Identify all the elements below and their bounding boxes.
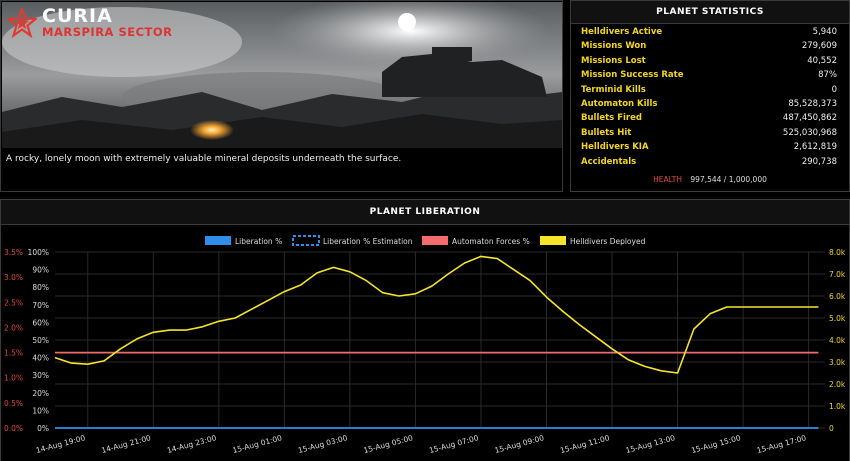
left-axis-tick: 2.0%: [4, 323, 23, 332]
mid-axis-tick: 40%: [32, 354, 49, 363]
mid-axis-tick: 30%: [32, 371, 49, 380]
mid-axis-tick: 80%: [32, 283, 49, 292]
x-tick-label: 15-Aug 11:00: [559, 433, 611, 455]
legend-label: Liberation % Estimation: [323, 237, 413, 246]
left-axis-tick: 0.5%: [4, 399, 23, 408]
x-tick-label: 15-Aug 05:00: [363, 433, 415, 455]
right-axis-tick: 1.0k: [829, 402, 846, 411]
x-tick-label: 15-Aug 17:00: [756, 433, 808, 455]
mid-axis-tick: 90%: [32, 266, 49, 275]
mid-axis-tick: 0%: [37, 424, 49, 433]
right-axis-tick: 6.0k: [829, 292, 846, 301]
right-axis-tick: 7.0k: [829, 270, 846, 279]
legend-label: Liberation %: [235, 237, 282, 246]
x-tick-label: 14-Aug 19:00: [35, 433, 87, 455]
left-axis-tick: 2.5%: [4, 298, 23, 307]
mid-axis-tick: 70%: [32, 301, 49, 310]
x-tick-label: 15-Aug 15:00: [690, 433, 742, 455]
legend-swatch[interactable]: [422, 236, 448, 245]
liberation-chart: 14-Aug 19:00 14-Aug 21:00 14-Aug 23:00 15-A…: [4, 235, 846, 455]
x-tick-label: 14-Aug 21:00: [100, 433, 152, 455]
left-axis-tick: 3.5%: [4, 248, 23, 257]
legend-swatch[interactable]: [292, 235, 320, 246]
right-axis-tick: 8.0k: [829, 248, 846, 257]
x-tick-label: 15-Aug 03:00: [297, 433, 349, 455]
legend-label: Automaton Forces %: [452, 237, 530, 246]
right-axis-tick: 4.0k: [829, 336, 846, 345]
right-axis-tick: 2.0k: [829, 380, 846, 389]
left-axis-tick: 3.0%: [4, 273, 23, 282]
mid-axis-tick: 60%: [32, 318, 49, 327]
right-axis-tick: 0: [829, 424, 834, 433]
x-tick-label: 15-Aug 01:00: [232, 433, 284, 455]
x-tick-label: 15-Aug 07:00: [428, 433, 480, 455]
mid-axis-tick: 50%: [32, 336, 49, 345]
left-axis-tick: 1.0%: [4, 374, 23, 383]
left-axis-tick: 1.5%: [4, 349, 23, 358]
legend-swatch[interactable]: [205, 236, 231, 245]
mid-axis-tick: 10%: [32, 406, 49, 415]
right-axis-tick: 5.0k: [829, 314, 846, 323]
mid-axis-tick: 20%: [32, 389, 49, 398]
legend-swatch[interactable]: [540, 236, 566, 245]
x-tick-label: 15-Aug 13:00: [625, 433, 677, 455]
legend-label: Helldivers Deployed: [570, 237, 646, 246]
x-tick-label: 15-Aug 09:00: [494, 433, 546, 455]
left-axis-tick: 0.0%: [4, 424, 23, 433]
mid-axis-tick: 100%: [28, 248, 49, 257]
right-axis-tick: 3.0k: [829, 358, 846, 367]
x-tick-label: 14-Aug 23:00: [166, 433, 218, 455]
